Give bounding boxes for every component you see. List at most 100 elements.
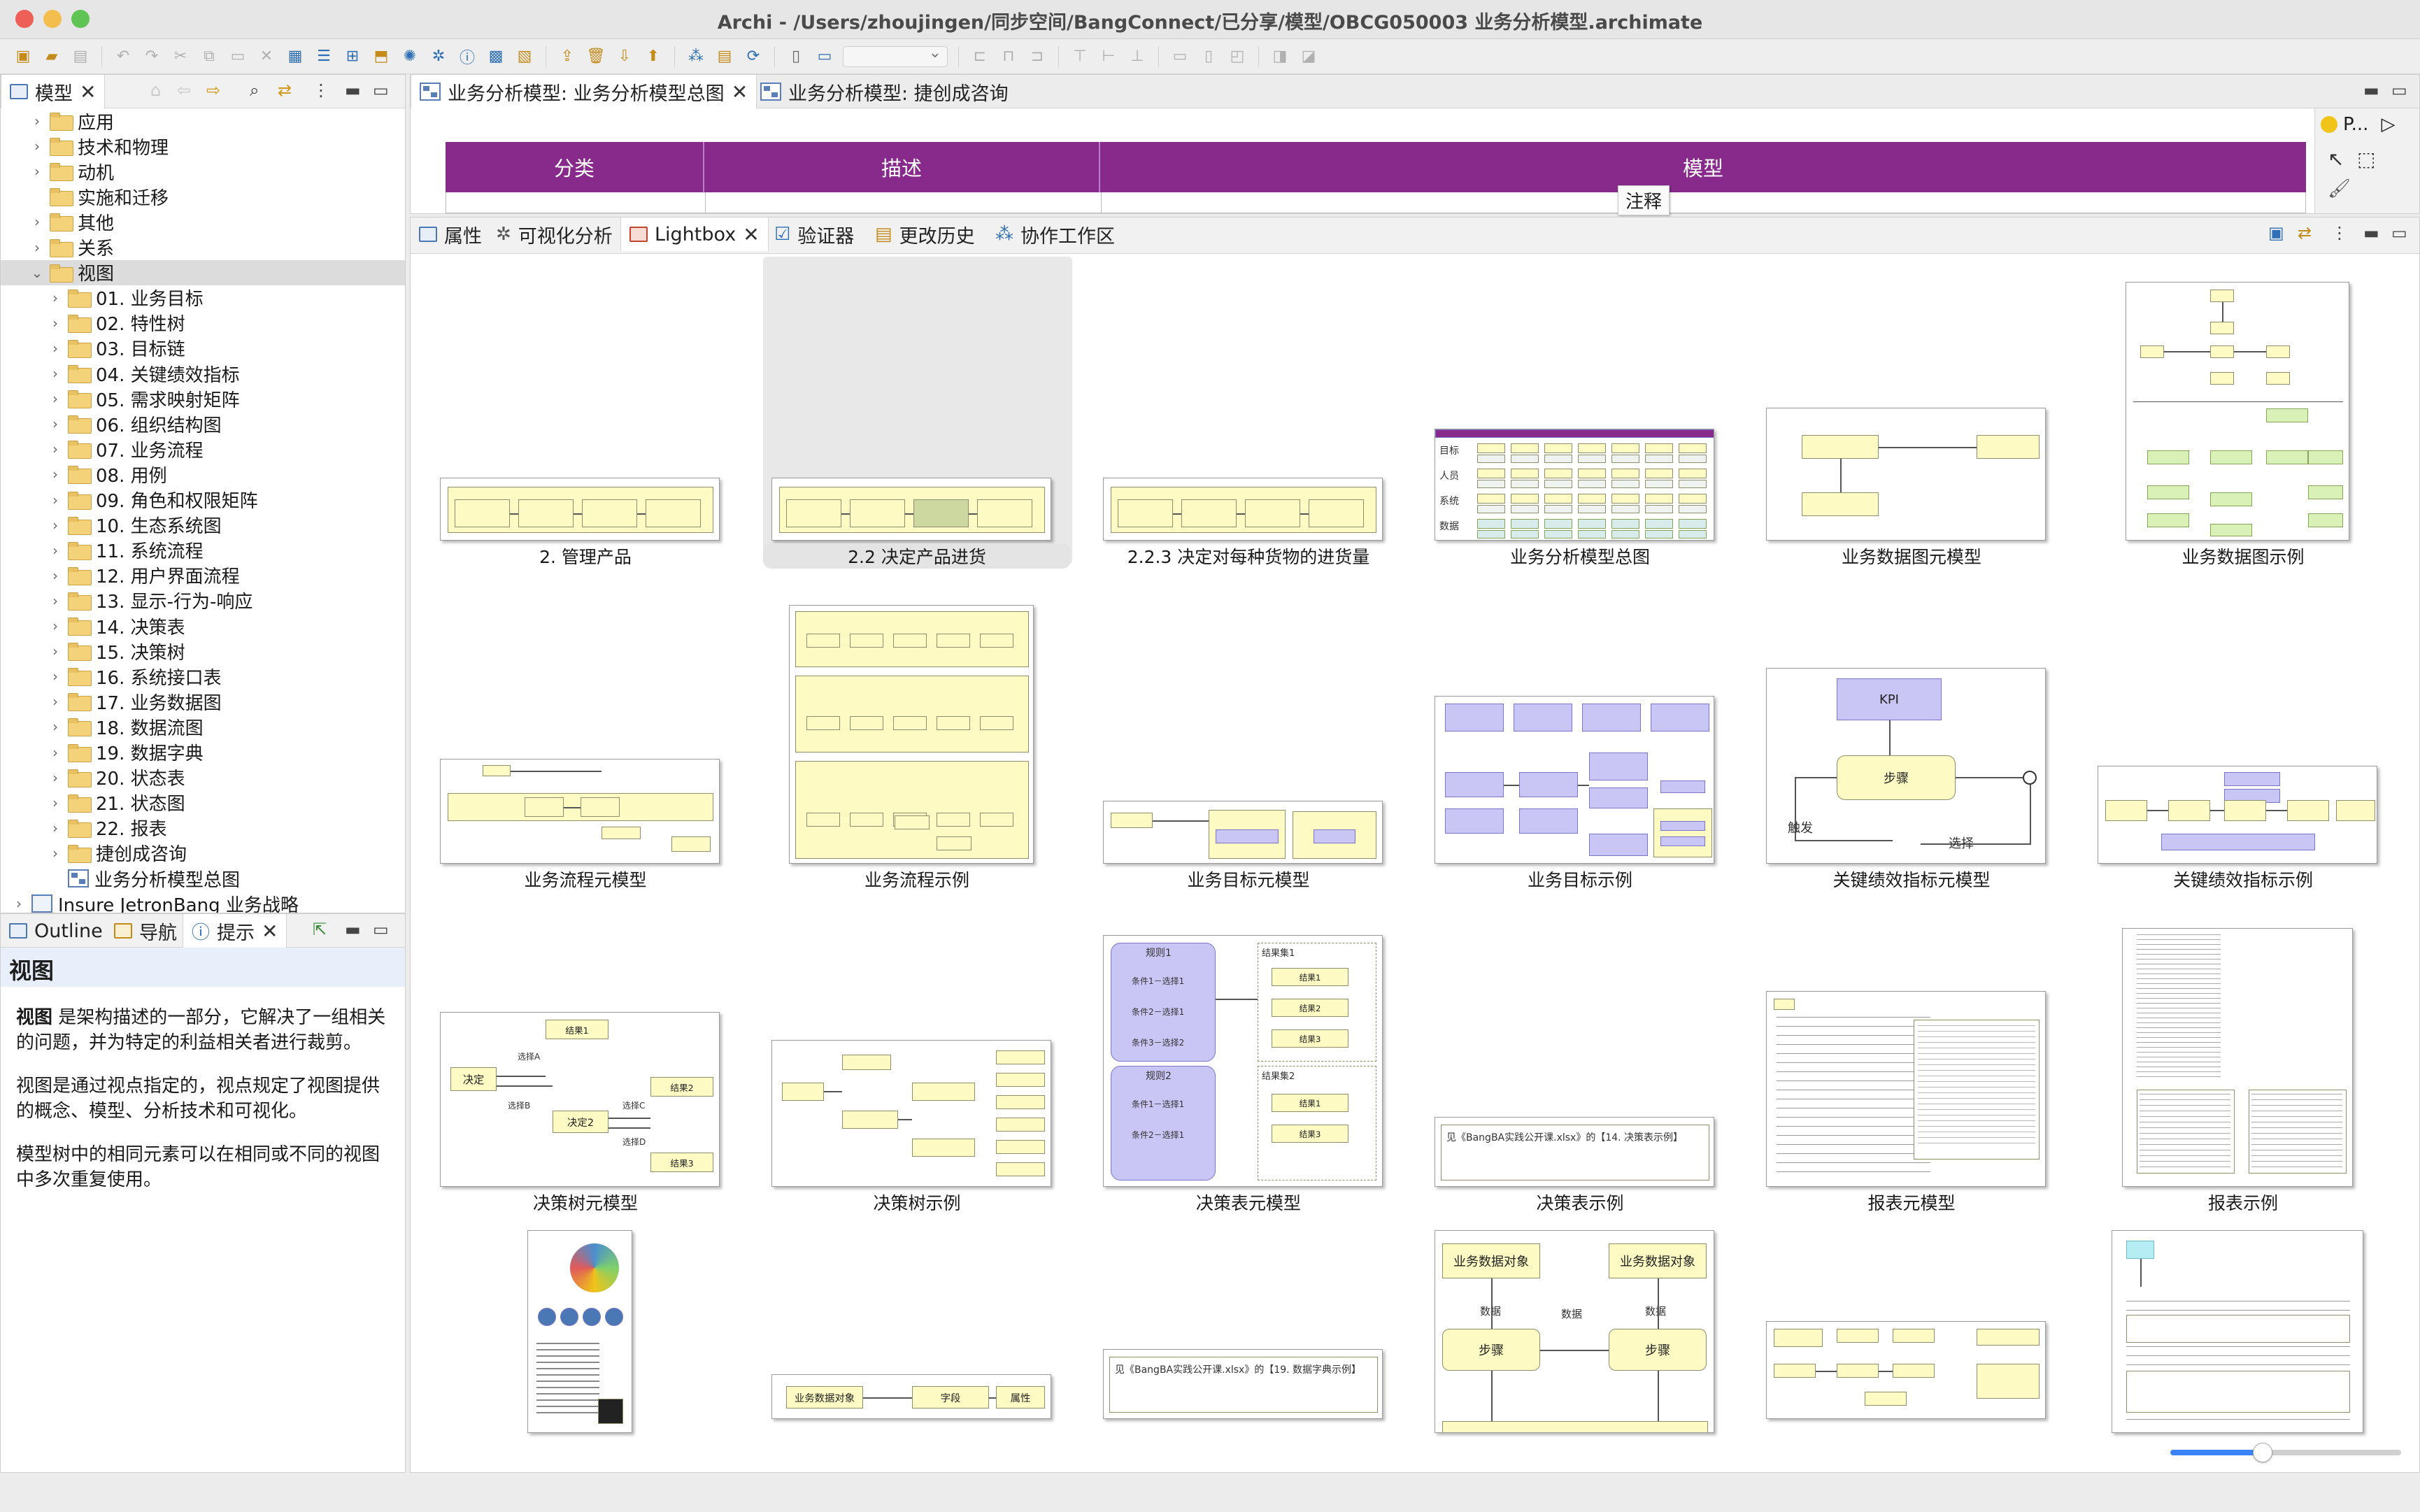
commit-icon[interactable]: ▤ bbox=[714, 46, 735, 67]
tree-item[interactable]: ⌄ 视图 bbox=[1, 259, 405, 285]
tree-item[interactable]: › 07. 业务流程 bbox=[1, 436, 405, 462]
view-thumbnail[interactable] bbox=[771, 478, 1051, 541]
redo-icon[interactable]: ↷ bbox=[141, 46, 162, 67]
view-thumbnail[interactable] bbox=[1103, 478, 1383, 541]
chevron-right-icon[interactable]: › bbox=[30, 213, 44, 230]
close-icon[interactable]: ✕ bbox=[262, 920, 278, 943]
tree-item[interactable]: › 21. 状态图 bbox=[1, 790, 405, 815]
tab-overview-diagram[interactable]: 业务分析模型: 业务分析模型总图 ✕ bbox=[411, 75, 757, 108]
view-thumbnail[interactable] bbox=[2098, 766, 2377, 864]
maximize-icon[interactable]: ▭ bbox=[373, 80, 389, 100]
view-mode-icon[interactable]: ▣ bbox=[2268, 223, 2284, 243]
view-thumbnail[interactable] bbox=[2112, 1230, 2363, 1433]
tree-item[interactable]: › 15. 决策树 bbox=[1, 639, 405, 664]
chevron-right-icon[interactable]: › bbox=[48, 845, 62, 862]
tree-item[interactable]: › 16. 系统接口表 bbox=[1, 664, 405, 689]
maximize-icon[interactable]: ▭ bbox=[2391, 80, 2407, 100]
tree-item[interactable]: › 22. 报表 bbox=[1, 815, 405, 841]
match-width-icon[interactable]: ▭ bbox=[1169, 46, 1190, 67]
paste-icon[interactable]: ▭ bbox=[227, 46, 248, 67]
tree-item[interactable]: 业务分析模型总图 bbox=[1, 866, 405, 891]
zoom-combo[interactable] bbox=[843, 44, 948, 67]
minimize-icon[interactable]: ▬ bbox=[2363, 223, 2379, 243]
connection-router-icon[interactable]: ◪ bbox=[1298, 46, 1319, 67]
view-thumbnail[interactable] bbox=[1766, 408, 2046, 541]
match-height-icon[interactable]: ▯ bbox=[1198, 46, 1219, 67]
chevron-down-icon[interactable]: ⌄ bbox=[30, 264, 44, 281]
copy-icon[interactable]: ⧉ bbox=[199, 46, 220, 67]
view-thumbnail[interactable]: 见《BangBA实践公开课.xlsx》的【19. 数据字典示例】 bbox=[1103, 1349, 1383, 1419]
align-middle-icon[interactable]: ⊢ bbox=[1098, 46, 1119, 67]
maximize-icon[interactable]: ▭ bbox=[2391, 223, 2407, 243]
view-thumbnail[interactable] bbox=[1103, 801, 1383, 864]
chevron-right-icon[interactable]: › bbox=[48, 668, 62, 685]
tab-navigator[interactable]: 导航 bbox=[106, 914, 185, 948]
tree-item[interactable]: › 04. 关键绩效指标 bbox=[1, 361, 405, 386]
zoom-slider-track[interactable] bbox=[2170, 1443, 2401, 1462]
pin-icon[interactable]: ⇱ bbox=[313, 920, 327, 939]
chevron-right-icon[interactable]: › bbox=[48, 794, 62, 811]
tree-item[interactable]: › 应用 bbox=[1, 108, 405, 134]
maximize-icon[interactable]: ▭ bbox=[373, 920, 389, 939]
view-thumbnail[interactable]: 决定 结果1 结果2 决定2 结果3 选择A 选择B 选择C 选择D bbox=[440, 1012, 720, 1187]
chevron-right-icon[interactable]: › bbox=[48, 340, 62, 357]
tab-model[interactable]: 模型 ✕ bbox=[1, 75, 106, 108]
chevron-right-icon[interactable]: › bbox=[48, 517, 62, 534]
undo-icon[interactable]: ↶ bbox=[113, 46, 134, 67]
chevron-right-icon[interactable]: › bbox=[48, 542, 62, 559]
chevron-right-icon[interactable]: › bbox=[48, 744, 62, 761]
chevron-right-icon[interactable]: › bbox=[48, 592, 62, 609]
tree-item[interactable]: › 02. 特性树 bbox=[1, 311, 405, 336]
search-icon[interactable]: ⌕ bbox=[250, 80, 259, 100]
clear-icon[interactable]: 🗑 bbox=[585, 46, 606, 67]
new-model-icon[interactable]: ▣ bbox=[13, 46, 34, 67]
default-size-icon[interactable]: ◰ bbox=[1227, 46, 1248, 67]
export-icon[interactable]: ⇩ bbox=[614, 46, 635, 67]
chevron-right-icon[interactable]: › bbox=[30, 138, 44, 155]
close-icon[interactable]: ✕ bbox=[732, 80, 748, 104]
align-left-icon[interactable]: ⊏ bbox=[969, 46, 990, 67]
chevron-right-icon[interactable]: › bbox=[12, 895, 26, 912]
tree-item[interactable]: › 11. 系统流程 bbox=[1, 538, 405, 563]
close-icon[interactable]: ✕ bbox=[743, 223, 759, 246]
marquee-tool-icon[interactable]: ⬚ bbox=[2357, 148, 2375, 171]
zoom-slider-thumb[interactable] bbox=[2253, 1443, 2272, 1462]
view-thumbnail[interactable] bbox=[440, 478, 720, 541]
present-icon[interactable]: ▭ bbox=[814, 46, 835, 67]
tree-item[interactable]: › 20. 状态表 bbox=[1, 765, 405, 790]
hints-icon[interactable]: ⓘ bbox=[457, 46, 478, 67]
band-description[interactable]: 描述 bbox=[704, 142, 1100, 192]
chevron-right-icon[interactable]: › bbox=[48, 315, 62, 331]
align-center-icon[interactable]: ⊓ bbox=[998, 46, 1019, 67]
chevron-right-icon[interactable]: › bbox=[48, 820, 62, 836]
forward-arrow-icon[interactable]: ⇨ bbox=[206, 80, 220, 100]
tab-consulting-diagram[interactable]: 业务分析模型: 捷创成咨询 bbox=[752, 75, 1017, 108]
visualiser-icon[interactable]: ✲ bbox=[428, 46, 449, 67]
tree-item[interactable]: › 19. 数据字典 bbox=[1, 740, 405, 765]
diagram-canvas[interactable]: 分类 描述 模型 注释 bbox=[411, 108, 2313, 215]
chevron-right-icon[interactable]: › bbox=[48, 718, 62, 735]
chevron-right-icon[interactable]: › bbox=[48, 618, 62, 634]
navigator-icon[interactable]: ⬒ bbox=[371, 46, 392, 67]
view-thumbnail[interactable]: 业务数据对象 字段 属性 bbox=[771, 1374, 1051, 1419]
view-thumbnail[interactable]: 目标 人员 系统 数据 bbox=[1435, 429, 1714, 541]
outline-icon[interactable]: ⊞ bbox=[342, 46, 363, 67]
align-bottom-icon[interactable]: ⊥ bbox=[1127, 46, 1148, 67]
chevron-right-icon[interactable]: › bbox=[48, 415, 62, 432]
palette-toggle-icon[interactable]: ▷ bbox=[2381, 114, 2395, 135]
tree-item[interactable]: › 关系 bbox=[1, 235, 405, 260]
view-thumbnail[interactable] bbox=[771, 1040, 1051, 1187]
minimize-icon[interactable]: ▬ bbox=[345, 920, 361, 939]
tree-item[interactable]: › 03. 目标链 bbox=[1, 336, 405, 361]
tab-hints[interactable]: ⓘ 提示 ✕ bbox=[183, 914, 287, 948]
view-menu-icon[interactable]: ⋮ bbox=[2331, 223, 2348, 243]
tree-item[interactable]: › 17. 业务数据图 bbox=[1, 689, 405, 714]
view-thumbnail[interactable] bbox=[2122, 928, 2353, 1187]
tree-item[interactable]: 实施和迁移 bbox=[1, 184, 405, 209]
align-right-icon[interactable]: ⊐ bbox=[1027, 46, 1048, 67]
select-tool-icon[interactable]: ↖ bbox=[2328, 148, 2344, 171]
tree-item[interactable]: › 12. 用户界面流程 bbox=[1, 563, 405, 588]
tree-item[interactable]: › 06. 组织结构图 bbox=[1, 411, 405, 436]
delete-icon[interactable]: ✕ bbox=[256, 46, 277, 67]
reset-aspect-icon[interactable]: ◨ bbox=[1269, 46, 1290, 67]
